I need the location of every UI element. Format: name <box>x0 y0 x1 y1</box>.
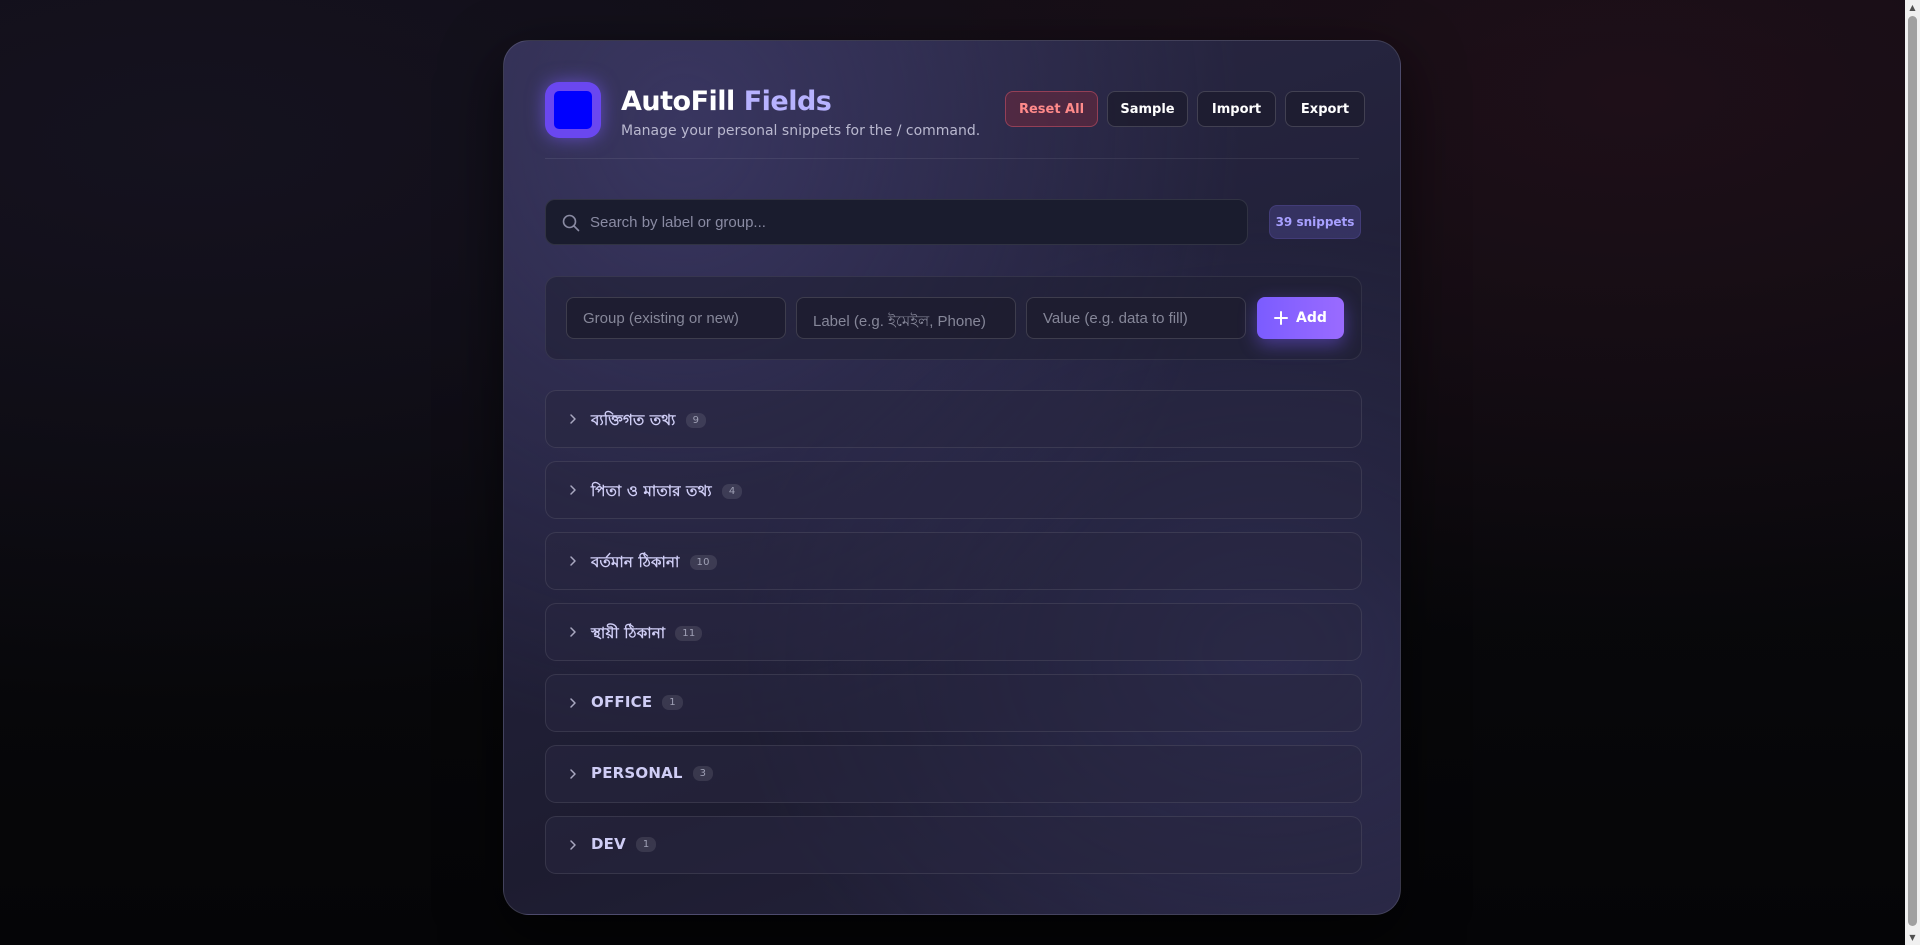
group-count-badge: 1 <box>662 695 683 710</box>
title-accent: Fields <box>743 86 832 117</box>
chevron-right-icon <box>570 769 576 779</box>
group-field[interactable]: Group (existing or new) <box>566 297 786 339</box>
group-name: স্থায়ী ঠিকানা <box>591 624 666 642</box>
label-field[interactable]: Label (e.g. ইমেইল, Phone) <box>796 297 1016 339</box>
search-placeholder: Search by label or group... <box>590 214 766 231</box>
group-row[interactable]: ব্যক্তিগত তথ্য 9 <box>545 390 1362 448</box>
search-icon <box>562 214 580 232</box>
export-button[interactable]: Export <box>1285 91 1365 127</box>
page-subtitle: Manage your personal snippets for the / … <box>621 123 981 139</box>
group-count-badge: 1 <box>635 837 657 852</box>
scrollbar-thumb[interactable] <box>1908 16 1917 926</box>
scroll-down-arrow-icon[interactable]: ▼ <box>1905 930 1920 945</box>
chevron-right-icon <box>570 556 576 566</box>
group-name: বর্তমান ঠিকানা <box>591 553 680 571</box>
snippet-count-badge: 39 snippets <box>1269 205 1361 239</box>
page-title: AutoFill Fields <box>621 86 832 117</box>
add-button-label: Add <box>1296 310 1327 326</box>
group-count-badge: 11 <box>675 626 703 641</box>
group-row[interactable]: বর্তমান ঠিকানা 10 <box>545 532 1362 590</box>
group-name: PERSONAL <box>591 764 683 782</box>
logo-square-icon <box>554 91 592 129</box>
group-count-badge: 4 <box>721 484 743 499</box>
reset-all-button[interactable]: Reset All <box>1005 91 1098 127</box>
import-button[interactable]: Import <box>1197 91 1276 127</box>
chevron-right-icon <box>570 627 576 637</box>
label-field-placeholder: Label (e.g. ইমেইল, Phone) <box>813 313 986 330</box>
group-row[interactable]: DEV 1 <box>545 816 1362 874</box>
sample-button[interactable]: Sample <box>1107 91 1188 127</box>
title-main: AutoFill <box>621 86 735 117</box>
add-snippet-form: Group (existing or new) Label (e.g. ইমেই… <box>545 276 1362 360</box>
value-field-placeholder: Value (e.g. data to fill) <box>1043 310 1188 327</box>
chevron-right-icon <box>570 698 576 708</box>
group-count-badge: 10 <box>689 555 717 570</box>
group-list: ব্যক্তিগত তথ্য 9 পিতা ও মাতার তথ্য 4 বর্তম… <box>545 390 1362 887</box>
group-name: ব্যক্তিগত তথ্য <box>591 411 676 429</box>
scroll-up-arrow-icon[interactable]: ▲ <box>1905 0 1920 15</box>
chevron-right-icon <box>570 414 576 424</box>
group-row[interactable]: OFFICE 1 <box>545 674 1362 732</box>
group-row[interactable]: PERSONAL 3 <box>545 745 1362 803</box>
group-count-badge: 3 <box>692 766 714 781</box>
group-name: OFFICE <box>591 693 653 711</box>
group-row[interactable]: পিতা ও মাতার তথ্য 4 <box>545 461 1362 519</box>
group-field-placeholder: Group (existing or new) <box>583 310 739 327</box>
autofill-panel: AutoFill Fields Manage your personal sni… <box>503 40 1401 915</box>
group-row[interactable]: স্থায়ী ঠিকানা 11 <box>545 603 1362 661</box>
add-button[interactable]: Add <box>1257 297 1344 339</box>
group-count-badge: 9 <box>685 413 707 428</box>
plus-icon <box>1274 311 1289 325</box>
app-logo <box>545 82 601 138</box>
search-input[interactable]: Search by label or group... <box>545 199 1248 245</box>
value-field[interactable]: Value (e.g. data to fill) <box>1026 297 1246 339</box>
chevron-right-icon <box>570 840 576 850</box>
group-name: পিতা ও মাতার তথ্য <box>591 482 712 500</box>
vertical-scrollbar[interactable]: ▲ ▼ <box>1905 0 1920 945</box>
group-name: DEV <box>591 835 626 853</box>
header: AutoFill Fields Manage your personal sni… <box>545 82 1365 159</box>
chevron-right-icon <box>570 485 576 495</box>
